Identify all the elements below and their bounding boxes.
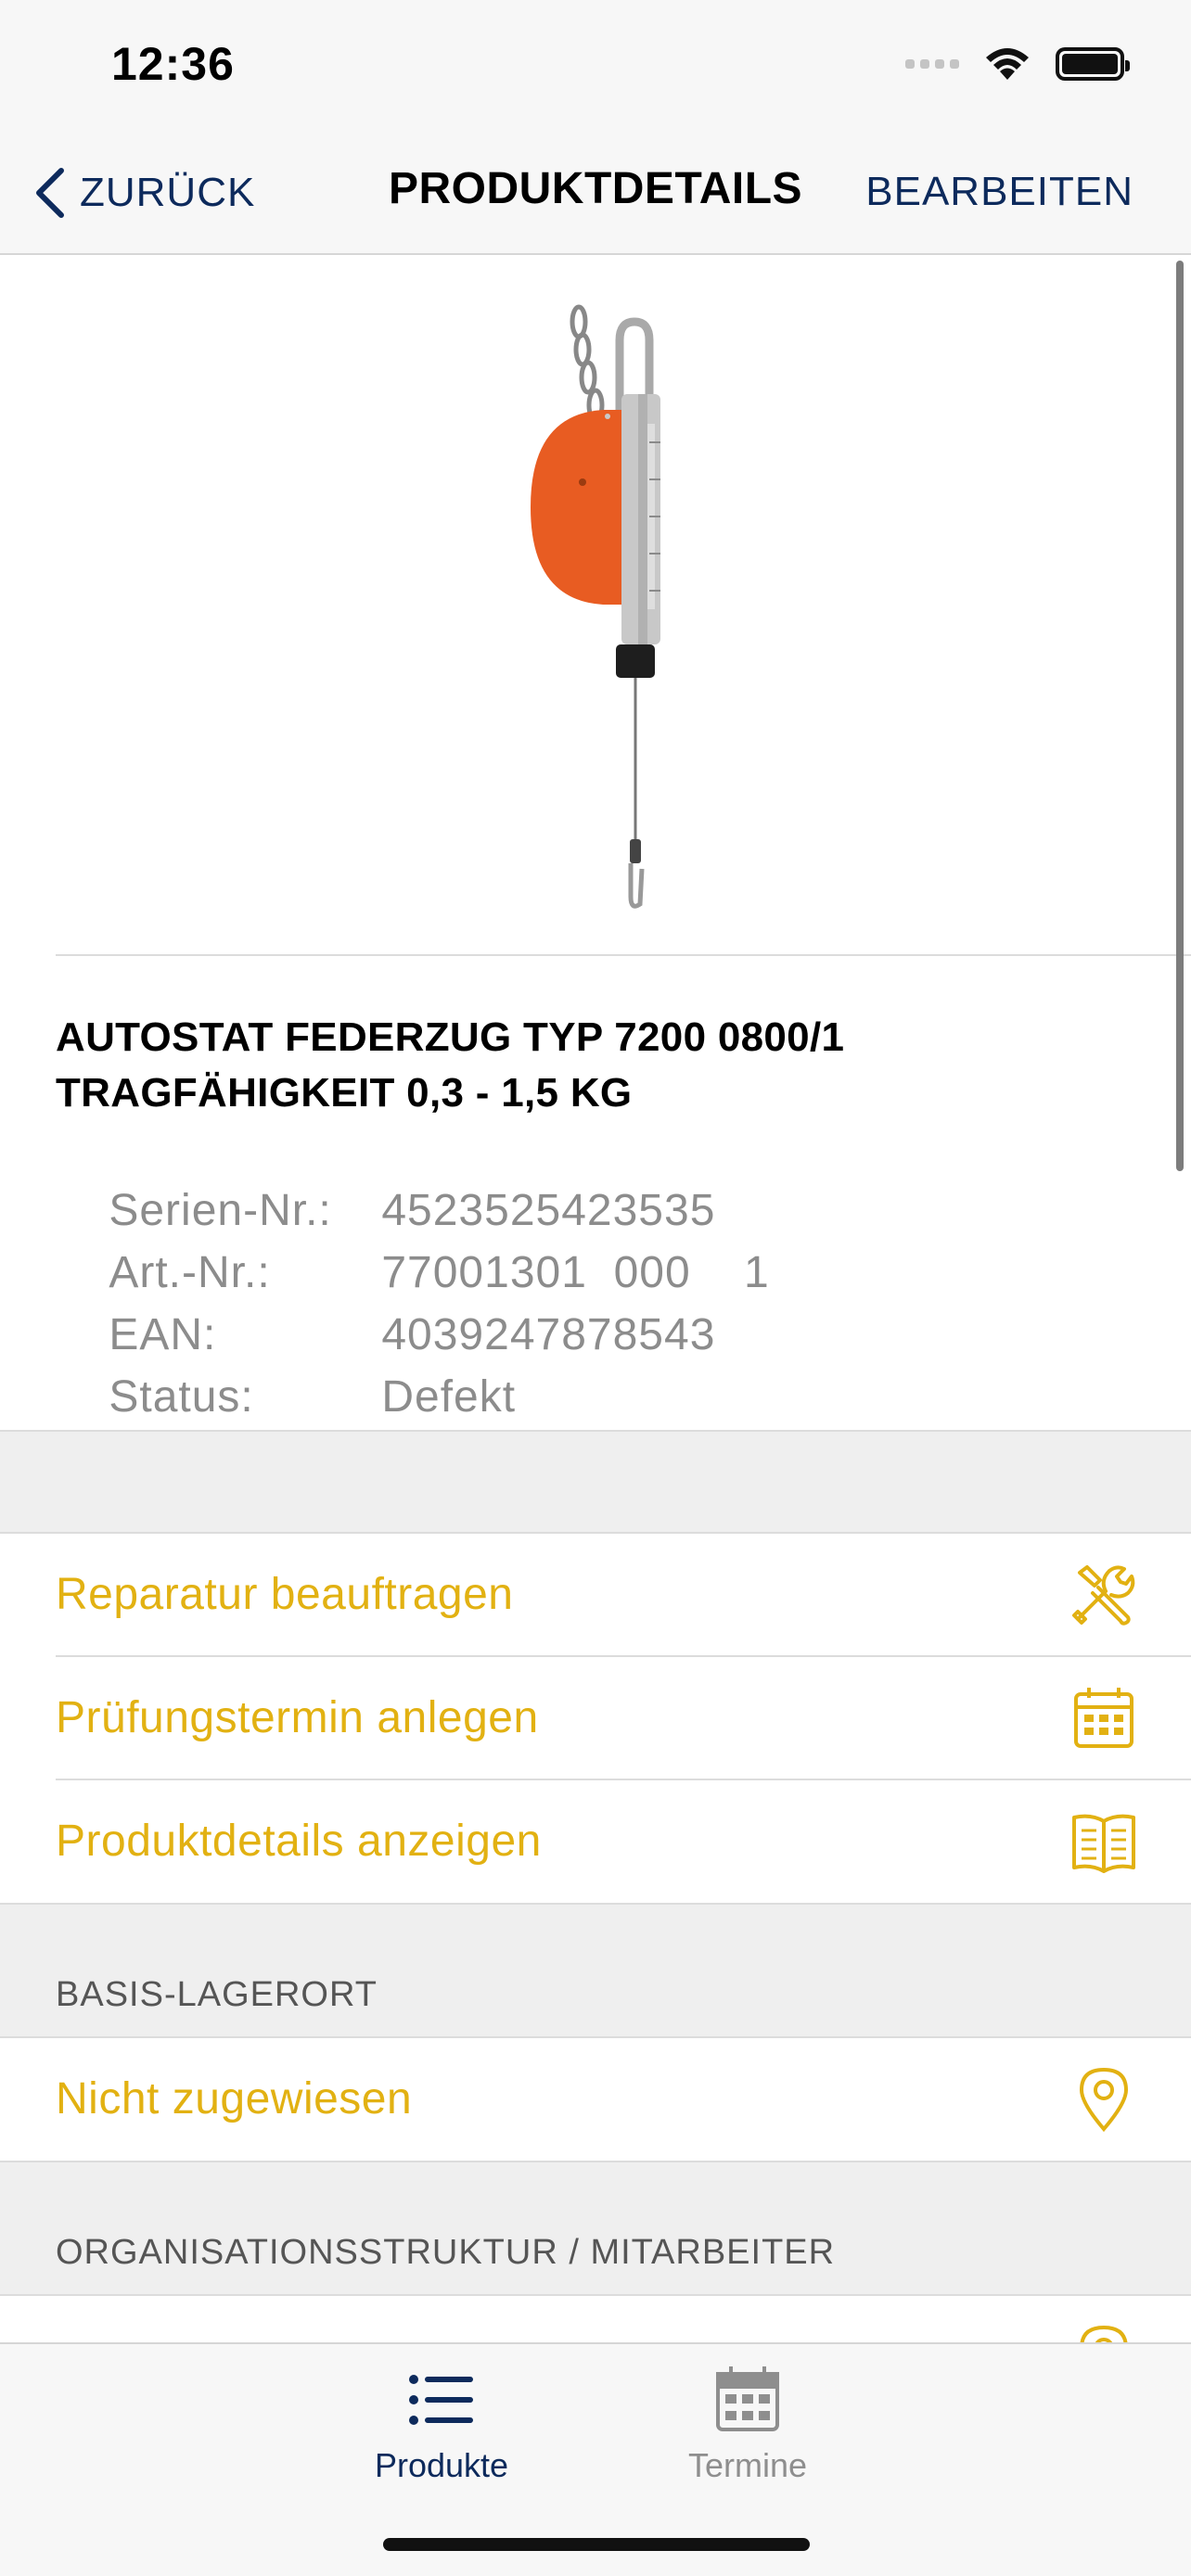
status-bar: 12:36: [0, 0, 1191, 130]
image-divider: [56, 954, 1191, 956]
list-icon: [409, 2375, 473, 2425]
status-icons: [905, 46, 1130, 82]
cellular-signal-icon: [905, 59, 959, 69]
product-title: AUTOSTAT FEDERZUG TYP 7200 0800/1 TRAGFÄ…: [56, 1014, 845, 1116]
scrollbar[interactable]: [1176, 261, 1184, 1171]
section-spacer: [0, 1430, 1191, 1534]
tab-products[interactable]: Produkte: [349, 2363, 534, 2485]
tab-products-label: Produkte: [374, 2446, 509, 2484]
org-structure-header: ORGANISATIONSSTRUKTUR / MITARBEITER: [0, 2161, 1191, 2296]
org-structure-row[interactable]: [0, 2296, 1191, 2343]
page-title: PRODUKTDETAILS: [388, 164, 803, 213]
battery-icon: [1056, 47, 1130, 81]
action-order-repair-label: Reparatur beauftragen: [56, 1570, 514, 1619]
action-show-product-details-label: Produktdetails anzeigen: [56, 1817, 542, 1866]
status-label: Status:: [109, 1372, 254, 1422]
tools-icon: [1072, 1565, 1135, 1626]
home-indicator: [383, 2538, 810, 2551]
tab-dates-label: Termine: [687, 2446, 808, 2484]
product-image: [531, 304, 660, 909]
base-location-title: BASIS-LAGERORT: [56, 1975, 378, 2014]
calendar-icon: [716, 2366, 779, 2431]
wifi-icon: [986, 48, 1029, 80]
product-detail-scroll[interactable]: AUTOSTAT FEDERZUG TYP 7200 0800/1 TRAGFÄ…: [0, 257, 1191, 2343]
action-create-inspection[interactable]: Prüfungstermin anlegen: [0, 1657, 1191, 1779]
action-order-repair[interactable]: Reparatur beauftragen: [0, 1534, 1191, 1656]
navigation-bar: ZURÜCK PRODUKTDETAILS BEARBEITEN: [0, 130, 1191, 255]
chevron-left-icon: [36, 168, 64, 218]
status-value: Defekt: [381, 1372, 517, 1422]
base-location-value: Nicht zugewiesen: [56, 2074, 413, 2123]
org-structure-title: ORGANISATIONSSTRUKTUR / MITARBEITER: [56, 2233, 836, 2272]
base-location-row[interactable]: Nicht zugewiesen: [0, 2038, 1191, 2161]
tab-dates[interactable]: Termine: [655, 2363, 840, 2485]
edit-button[interactable]: BEARBEITEN: [865, 169, 1133, 215]
action-create-inspection-label: Prüfungstermin anlegen: [56, 1693, 539, 1742]
location-pin-icon: [1079, 2067, 1129, 2133]
location-pin-icon: [1080, 2325, 1128, 2343]
status-time: 12:36: [111, 38, 235, 90]
base-location-header: BASIS-LAGERORT: [0, 1903, 1191, 2038]
calendar-icon: [1074, 1688, 1133, 1748]
action-show-product-details[interactable]: Produktdetails anzeigen: [0, 1780, 1191, 1903]
back-button[interactable]: ZURÜCK: [33, 167, 255, 219]
back-label: ZURÜCK: [80, 170, 256, 215]
book-icon: [1072, 1814, 1135, 1873]
